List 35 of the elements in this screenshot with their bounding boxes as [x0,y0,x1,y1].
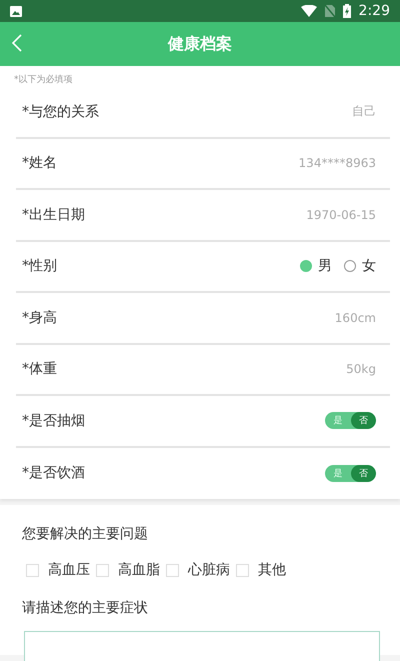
yes-no-toggle[interactable]: 是 否 [325,464,376,482]
checkbox[interactable] [166,564,179,576]
field-label: *与您的关系 [22,102,100,121]
status-time: 2:29 [358,3,390,19]
battery-charging-icon [342,4,351,18]
field-label: *是否抽烟 [22,412,86,430]
checkbox-label[interactable]: 心脏病 [188,561,230,579]
gender-radio[interactable]: 女 [344,257,376,276]
field-label: *性别 [22,257,58,276]
checkbox-label[interactable]: 其他 [258,561,286,579]
gallery-icon [10,6,22,16]
field-label: *身高 [22,308,58,327]
back-icon[interactable] [12,34,22,52]
yes-no-toggle[interactable]: 是 否 [325,412,376,430]
checkbox-label[interactable]: 高血压 [48,561,90,579]
checkbox[interactable] [236,564,249,576]
gender-radio[interactable]: 男 [300,257,332,276]
checkbox[interactable] [96,564,109,576]
no-sim-icon [324,5,335,17]
field-label: *姓名 [22,154,58,172]
checkbox[interactable] [26,564,39,576]
page-title: 健康档案 [168,34,232,54]
checkbox-label[interactable]: 高血脂 [118,561,160,579]
field-value[interactable]: 自己 [352,103,376,120]
wifi-icon [300,5,317,17]
field-label: *出生日期 [22,206,86,224]
field-value[interactable]: 160cm [334,310,376,325]
field-label: *体重 [22,360,58,378]
field-label: *是否饮酒 [22,464,86,482]
field-value[interactable]: 50kg [346,362,376,376]
required-note: *以下为必填项 [13,74,74,87]
field-value[interactable]: 1970-06-15 [306,208,376,222]
section-title: 您要解决的主要问题 [22,525,149,543]
section-title: 请描述您的主要症状 [22,599,149,617]
field-value[interactable]: 134****8963 [298,156,376,170]
